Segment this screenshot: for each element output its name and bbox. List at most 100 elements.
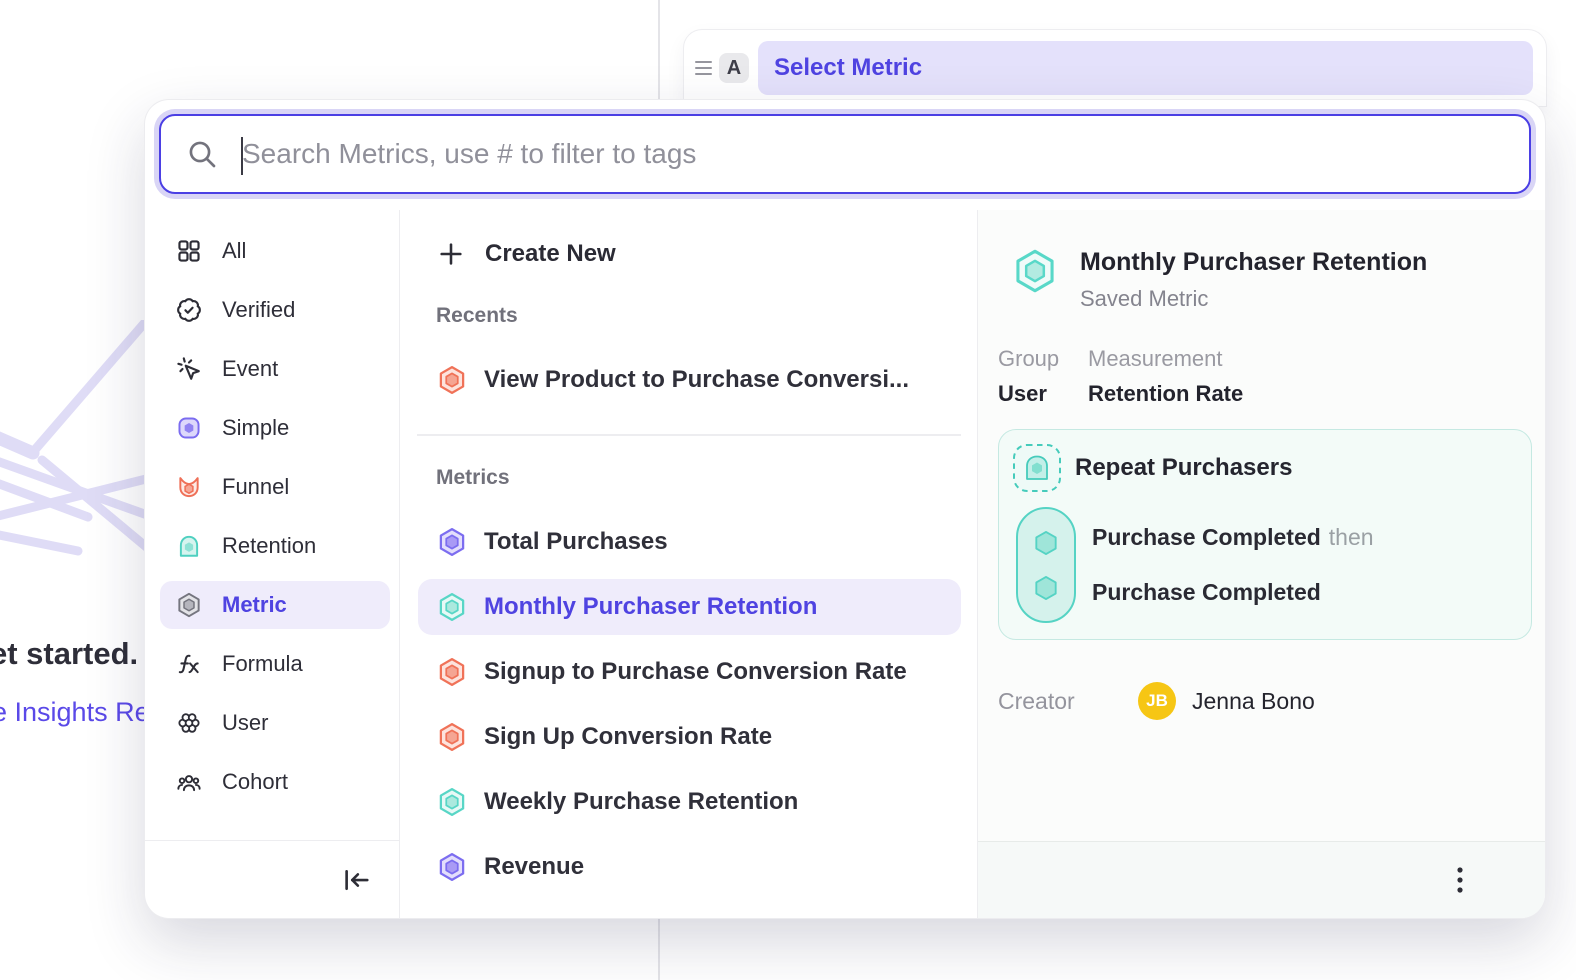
detail-title: Monthly Purchaser Retention bbox=[1080, 248, 1427, 277]
search-input[interactable] bbox=[242, 138, 1529, 170]
sidebar-item-label: User bbox=[222, 710, 268, 736]
sidebar-item-label: Retention bbox=[222, 533, 316, 559]
verified-badge-icon bbox=[176, 297, 202, 323]
sidebar-item-label: All bbox=[222, 238, 246, 264]
metric-row-label: Total Purchases bbox=[484, 528, 668, 556]
recent-metric-row[interactable]: View Product to Purchase Conversi... bbox=[418, 352, 961, 408]
measurement-label: Measurement bbox=[1088, 346, 1243, 372]
group-value: User bbox=[998, 381, 1088, 407]
step-hexagon-icon bbox=[1032, 529, 1060, 557]
creator-avatar: JB bbox=[1138, 682, 1176, 720]
definition-card: Repeat Purchasers Purchase Completed bbox=[998, 429, 1532, 640]
sidebar-item-retention[interactable]: Retention bbox=[160, 522, 390, 570]
steps-capsule bbox=[1016, 507, 1076, 623]
metric-row-bar: A Select Metric bbox=[684, 30, 1546, 106]
sidebar-item-label: Funnel bbox=[222, 474, 289, 500]
metric-hexagon-icon bbox=[437, 527, 467, 557]
metric-row-label: Signup to Purchase Conversion Rate bbox=[484, 658, 907, 686]
plus-icon bbox=[437, 240, 465, 268]
step-connector: then bbox=[1329, 524, 1374, 551]
simple-icon bbox=[176, 415, 202, 441]
metric-row-label: Weekly Purchase Retention bbox=[484, 788, 798, 816]
metric-row-label: Revenue bbox=[484, 853, 584, 881]
cohort-icon bbox=[176, 769, 202, 795]
select-metric-label: Select Metric bbox=[774, 54, 922, 82]
group-label: Group bbox=[998, 346, 1088, 372]
collapse-panel-button[interactable] bbox=[341, 865, 371, 895]
event-cursor-icon bbox=[176, 356, 202, 382]
grid-icon bbox=[176, 238, 202, 264]
sidebar-item-label: Simple bbox=[222, 415, 289, 441]
sidebar-item-cohort[interactable]: Cohort bbox=[160, 758, 390, 806]
metrics-header: Metrics bbox=[436, 466, 977, 490]
drag-handle-icon[interactable] bbox=[695, 61, 712, 75]
metric-row-signup-to-purchase-conversion-rate[interactable]: Signup to Purchase Conversion Rate bbox=[418, 644, 961, 700]
recents-header: Recents bbox=[436, 304, 977, 328]
metric-hexagon-icon bbox=[437, 852, 467, 882]
create-new-label: Create New bbox=[485, 240, 616, 268]
metric-row-total-purchases[interactable]: Total Purchases bbox=[418, 514, 961, 570]
metric-row-monthly-purchaser-retention[interactable]: Monthly Purchaser Retention bbox=[418, 579, 961, 635]
search-icon bbox=[186, 138, 218, 170]
detail-footer bbox=[978, 841, 1545, 918]
sidebar-item-event[interactable]: Event bbox=[160, 345, 390, 393]
repeat-purchasers-icon bbox=[1012, 443, 1062, 493]
metric-hexagon-icon bbox=[437, 722, 467, 752]
metric-row-weekly-purchase-retention[interactable]: Weekly Purchase Retention bbox=[418, 774, 961, 830]
formula-icon bbox=[176, 651, 202, 677]
metric-row-sign-up-conversion-rate[interactable]: Sign Up Conversion Rate bbox=[418, 709, 961, 765]
metric-row-label: View Product to Purchase Conversi... bbox=[484, 366, 909, 394]
series-badge: A bbox=[719, 53, 749, 83]
metric-icon bbox=[176, 592, 202, 618]
select-metric-button[interactable]: Select Metric bbox=[758, 41, 1533, 95]
text-caret bbox=[241, 137, 243, 175]
detail-meta: Group User Measurement Retention Rate bbox=[998, 346, 1545, 407]
sidebar-footer bbox=[145, 840, 399, 918]
create-new-button[interactable]: Create New bbox=[418, 234, 977, 274]
definition-title: Repeat Purchasers bbox=[1075, 454, 1292, 482]
definition-steps: Purchase Completed then Purchase Complet… bbox=[1016, 507, 1518, 623]
detail-subtitle: Saved Metric bbox=[1080, 286, 1427, 312]
type-filter-sidebar: All Verified Event bbox=[145, 210, 400, 918]
sidebar-item-user[interactable]: User bbox=[160, 699, 390, 747]
sidebar-item-label: Cohort bbox=[222, 769, 288, 795]
funnel-icon bbox=[176, 474, 202, 500]
sidebar-item-formula[interactable]: Formula bbox=[160, 640, 390, 688]
retention-icon bbox=[176, 533, 202, 559]
step-hexagon-icon bbox=[1032, 574, 1060, 602]
sidebar-item-metric[interactable]: Metric bbox=[160, 581, 390, 629]
sidebar-item-label: Formula bbox=[222, 651, 303, 677]
creator-name: Jenna Bono bbox=[1192, 688, 1315, 715]
sidebar-item-funnel[interactable]: Funnel bbox=[160, 463, 390, 511]
sidebar-item-label: Metric bbox=[222, 592, 287, 618]
detail-header: Monthly Purchaser Retention Saved Metric bbox=[1012, 248, 1545, 312]
sidebar-item-verified[interactable]: Verified bbox=[160, 286, 390, 334]
metric-hexagon-icon bbox=[437, 657, 467, 687]
metric-row-label: Sign Up Conversion Rate bbox=[484, 723, 772, 751]
metric-picker-dialog: All Verified Event bbox=[145, 100, 1545, 918]
sidebar-item-simple[interactable]: Simple bbox=[160, 404, 390, 452]
step-row: Purchase Completed then bbox=[1092, 517, 1374, 559]
background-insights-link-fragment[interactable]: e Insights Re bbox=[0, 697, 150, 728]
metric-detail-panel: Monthly Purchaser Retention Saved Metric… bbox=[978, 210, 1545, 918]
sidebar-item-all[interactable]: All bbox=[160, 227, 390, 275]
background-heading-fragment: et started. bbox=[0, 636, 138, 672]
metric-hexagon-icon bbox=[1012, 248, 1058, 294]
search-field[interactable] bbox=[159, 114, 1531, 194]
metric-row-revenue[interactable]: Revenue bbox=[418, 839, 961, 895]
list-divider bbox=[417, 434, 961, 436]
metric-hexagon-icon bbox=[437, 365, 467, 395]
step-event: Purchase Completed bbox=[1092, 579, 1321, 606]
sidebar-item-label: Verified bbox=[222, 297, 295, 323]
more-options-button[interactable] bbox=[1447, 863, 1473, 897]
user-icon bbox=[176, 710, 202, 736]
step-event: Purchase Completed bbox=[1092, 524, 1321, 551]
collapse-panel-icon bbox=[341, 865, 371, 895]
creator-row: Creator JB Jenna Bono bbox=[998, 682, 1545, 720]
metric-hexagon-icon bbox=[437, 787, 467, 817]
metric-list-panel: Create New Recents View Product to Purch… bbox=[400, 210, 978, 918]
creator-label: Creator bbox=[998, 688, 1138, 715]
measurement-value: Retention Rate bbox=[1088, 381, 1243, 407]
step-row: Purchase Completed bbox=[1092, 572, 1374, 614]
sidebar-item-label: Event bbox=[222, 356, 278, 382]
